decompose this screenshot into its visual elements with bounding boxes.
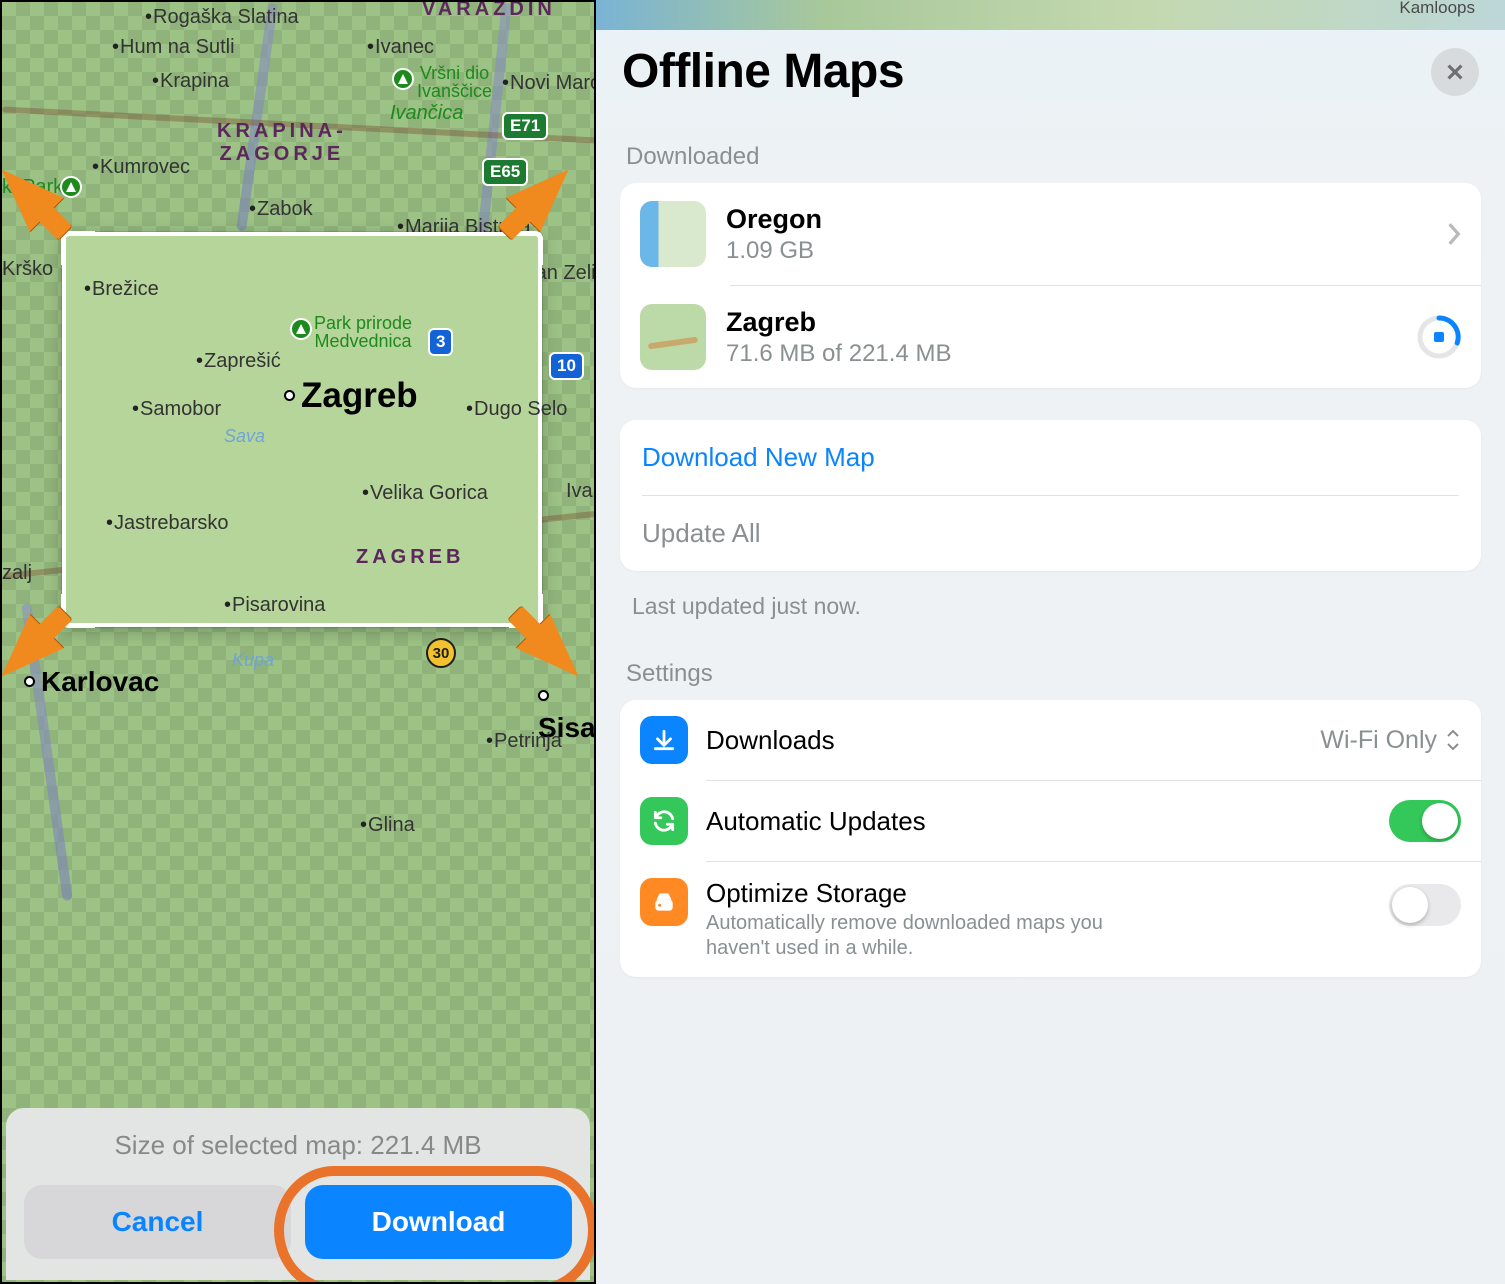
selection-rect[interactable]: Brežice Park prirode Medvednica 3 Zapreš… [62, 232, 542, 627]
region-zagreb: ZAGREB [356, 546, 464, 569]
region-krapina: KRAPINA- ZAGORJE [217, 120, 347, 166]
place-zabok: Zabok [249, 198, 313, 221]
place-jastrebarsko: Jastrebarsko [106, 512, 229, 535]
offline-maps-pane: Kamloops Offline Maps Downloaded Oregon … [596, 0, 1505, 1284]
place-krapina: Krapina [152, 70, 229, 93]
download-progress[interactable] [1417, 315, 1461, 359]
park-icon [290, 318, 312, 340]
map-thumbnail [640, 304, 706, 370]
park-medvednica: Park prirode Medvednica [314, 314, 412, 350]
place-ozalj: zalj [2, 562, 32, 585]
mini-map-strip: Kamloops [596, 0, 1505, 30]
page-title: Offline Maps [622, 44, 904, 99]
chevron-right-icon [1447, 222, 1461, 246]
selected-size-text: Size of selected map: 221.4 MB [24, 1130, 572, 1161]
map-thumbnail [640, 201, 706, 267]
place-samobor: Samobor [132, 398, 221, 421]
place-novi-marof: Novi Marof [502, 72, 596, 95]
city-karlovac-label: Karlovac [41, 666, 159, 697]
downloaded-item-zagreb[interactable]: Zagreb 71.6 MB of 221.4 MB [620, 286, 1481, 388]
refresh-icon [640, 797, 688, 845]
place-pisarovina: Pisarovina [224, 594, 325, 617]
update-all-button[interactable]: Update All [620, 496, 1481, 571]
city-karlovac: Karlovac [24, 666, 159, 698]
auto-updates-toggle[interactable] [1389, 800, 1461, 842]
close-icon [1444, 61, 1466, 83]
river-kupa: Kupa [232, 650, 274, 671]
downloaded-list: Oregon 1.09 GB Zagreb 71.6 MB of 221.4 M… [620, 183, 1481, 388]
park-icon [392, 68, 414, 90]
place-dugo-selo: Dugo Selo [466, 398, 567, 421]
place-ivancica: Ivančica [390, 102, 463, 125]
city-zagreb-label: Zagreb [301, 376, 418, 415]
place-zapresic: Zaprešić [196, 350, 281, 373]
route-3-badge: 3 [428, 328, 453, 356]
place-petrinja: Petrinja [486, 730, 562, 753]
selection-handle-tl[interactable] [61, 231, 95, 265]
setting-label: Automatic Updates [706, 806, 1389, 837]
chevron-updown-icon [1445, 729, 1461, 751]
download-sheet: Size of selected map: 221.4 MB Cancel Do… [6, 1108, 590, 1280]
setting-optimize-storage: Optimize Storage Automatically remove do… [620, 862, 1481, 977]
item-title: Oregon [726, 204, 1447, 237]
river-sava: Sava [224, 426, 265, 447]
downloaded-section-label: Downloaded [626, 143, 1481, 171]
place-ivan: Ivan [566, 480, 596, 503]
close-button[interactable] [1431, 48, 1479, 96]
park-vrsni: Vršni dio Ivanščice [417, 64, 492, 100]
setting-label: Downloads [706, 725, 1320, 756]
route-10-badge: 10 [549, 352, 584, 380]
park-icon [60, 176, 82, 198]
place-glina: Glina [360, 814, 415, 837]
setting-label: Optimize Storage [706, 878, 1389, 909]
actions-card: Download New Map Update All [620, 420, 1481, 571]
place-kumrovec: Kumrovec [92, 156, 190, 179]
item-subtitle: 1.09 GB [726, 237, 1447, 265]
strip-label-kamloops: Kamloops [1399, 0, 1475, 18]
settings-section-label: Settings [626, 660, 1481, 688]
optimize-storage-toggle[interactable] [1389, 884, 1461, 926]
last-updated-text: Last updated just now. [632, 593, 1481, 620]
region-varazdin: VARAŽDIN [422, 0, 556, 21]
place-krsko: Krško [2, 258, 53, 281]
route-e71-badge: E71 [502, 112, 548, 140]
route-30-badge: 30 [426, 638, 456, 668]
storage-icon [640, 878, 688, 926]
setting-value: Wi-Fi Only [1320, 726, 1437, 755]
map-download-pane: VARAŽDIN Rogaška Slatina Hum na Sutli Iv… [0, 0, 596, 1284]
download-new-map-button[interactable]: Download New Map [620, 420, 1481, 495]
setting-downloads[interactable]: Downloads Wi-Fi Only [620, 700, 1481, 780]
cancel-button[interactable]: Cancel [24, 1185, 291, 1259]
place-brezice: Brežice [84, 278, 159, 301]
place-ivanec: Ivanec [367, 36, 434, 59]
download-button[interactable]: Download [305, 1185, 572, 1259]
place-hum: Hum na Sutli [112, 36, 235, 59]
item-subtitle: 71.6 MB of 221.4 MB [726, 340, 1417, 368]
setting-auto-updates: Automatic Updates [620, 781, 1481, 861]
settings-card: Downloads Wi-Fi Only Automatic Updates [620, 700, 1481, 977]
setting-description: Automatically remove downloaded maps you… [706, 911, 1126, 961]
downloaded-item-oregon[interactable]: Oregon 1.09 GB [620, 183, 1481, 285]
item-title: Zagreb [726, 307, 1417, 340]
place-velika-gorica: Velika Gorica [362, 482, 488, 505]
place-rogaska: Rogaška Slatina [145, 6, 299, 29]
download-icon [640, 716, 688, 764]
city-zagreb: Zagreb [284, 376, 418, 416]
dimmed-overlay [2, 2, 594, 1282]
